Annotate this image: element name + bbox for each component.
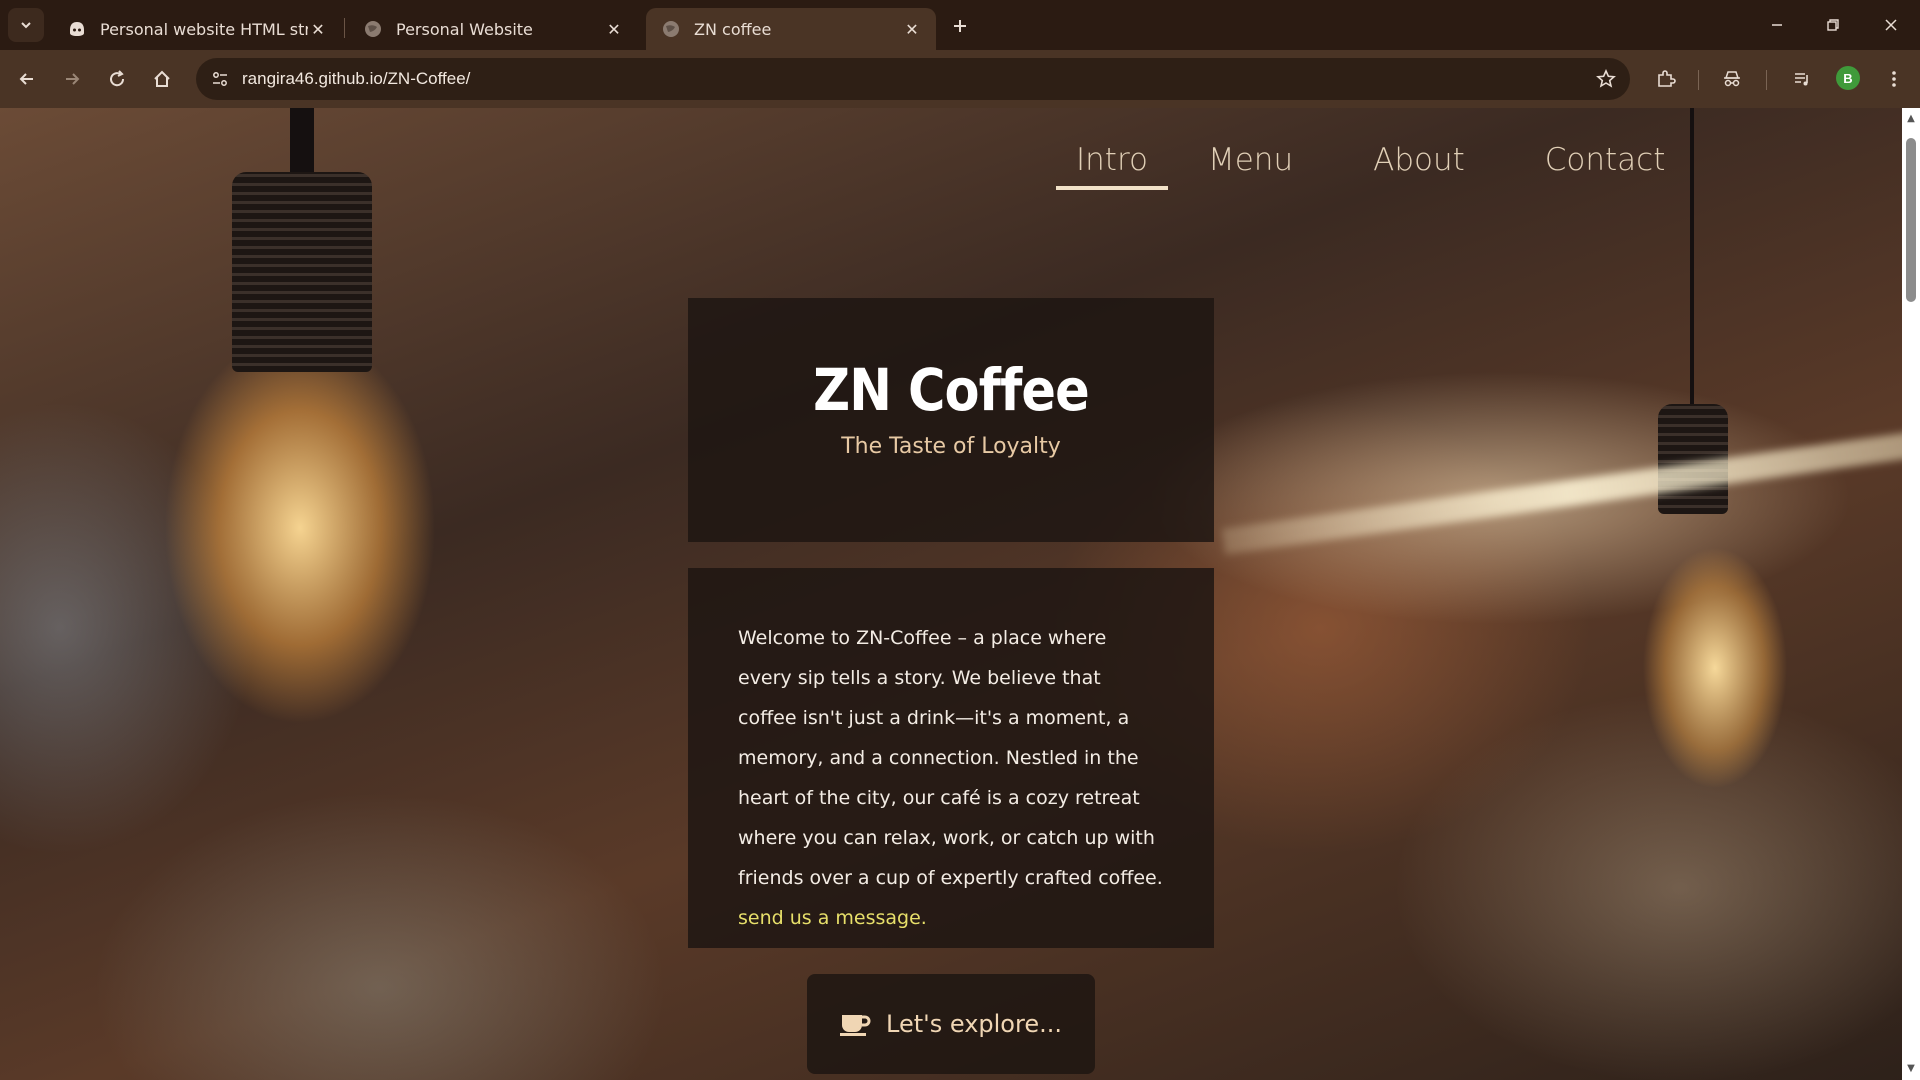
close-icon[interactable]: ✕ [902,19,922,39]
lamp-socket [232,172,372,372]
playlist-icon [1795,73,1808,86]
arrow-right-icon [66,73,80,85]
nav-about[interactable]: About [1333,138,1505,190]
coffee-cup-icon [840,1011,872,1037]
intro-panel: Welcome to ZN-Coffee – a place where eve… [688,568,1214,948]
tab-personal-website[interactable]: Personal Website ✕ [348,8,638,50]
explore-button-label: Let's explore... [886,1010,1062,1038]
site-navigation: Intro Menu About Contact [1056,138,1705,190]
tab-title: ZN coffee [694,19,772,39]
browser-toolbar: rangira46.github.io/ZN-Coffee/ [0,50,1920,108]
tab-personal-website-html[interactable]: Personal website HTML structur ✕ [52,8,342,50]
nav-contact[interactable]: Contact [1505,138,1706,190]
tab-separator [344,18,345,38]
url-text[interactable]: rangira46.github.io/ZN-Coffee/ [242,69,470,89]
tab-title: Personal Website [396,19,533,39]
send-message-link[interactable]: send us a message. [738,907,927,929]
tab-strip: Personal website HTML structur ✕ Persona… [0,0,1920,50]
tab-title: Personal website HTML structur [100,19,308,39]
lamp-wire [290,108,314,178]
globe-icon [362,18,384,40]
puzzle-icon [1658,70,1676,87]
page-scrollbar[interactable]: ▲ ▼ [1902,108,1920,1080]
nav-intro[interactable]: Intro [1056,138,1168,190]
incognito-icon [1724,71,1740,87]
plus-icon [954,20,966,32]
brand-panel: ZN Coffee The Taste of Loyalty [688,298,1214,542]
chevron-down-icon [21,22,31,29]
globe-icon [660,18,682,40]
nav-menu[interactable]: Menu [1168,138,1333,190]
arrow-left-icon [19,73,33,85]
toolbar-separator [1766,70,1767,90]
close-window-button[interactable] [1868,10,1914,40]
restore-button[interactable] [1810,10,1856,40]
explore-button[interactable]: Let's explore... [807,974,1095,1074]
site-settings-icon[interactable] [208,67,232,91]
more-vertical-icon [1892,71,1896,87]
close-icon[interactable]: ✕ [308,19,328,39]
scroll-up-arrow-icon[interactable]: ▲ [1905,112,1917,124]
bookmark-star-icon[interactable] [1594,67,1618,91]
address-bar[interactable]: rangira46.github.io/ZN-Coffee/ [196,58,1630,100]
browser-menu-button[interactable] [1878,63,1910,95]
site-title: ZN Coffee [813,356,1090,424]
site-tagline: The Taste of Loyalty [841,434,1061,459]
close-icon[interactable]: ✕ [604,19,624,39]
restore-icon [1827,19,1839,31]
close-icon [1885,19,1897,31]
media-controls-button[interactable] [1786,63,1818,95]
tab-search-button[interactable] [8,8,44,42]
copilot-icon [66,18,88,40]
scroll-down-arrow-icon[interactable]: ▼ [1905,1062,1917,1074]
extensions-button[interactable] [1650,63,1682,95]
profile-avatar[interactable]: B [1836,66,1860,90]
minimize-icon [1772,24,1782,26]
home-button[interactable] [145,62,179,96]
back-button[interactable] [10,62,44,96]
new-tab-button[interactable] [946,12,974,40]
scrollbar-thumb[interactable] [1906,138,1916,302]
tab-zn-coffee[interactable]: ZN coffee ✕ [646,8,936,50]
reload-icon [110,70,125,87]
minimize-button[interactable] [1754,10,1800,40]
intro-text: Welcome to ZN-Coffee – a place where eve… [738,627,1163,889]
forward-button[interactable] [55,62,89,96]
incognito-button[interactable] [1716,63,1748,95]
toolbar-separator [1698,70,1699,90]
light-streak [1221,431,1919,555]
page-viewport: Intro Menu About Contact ZN Coffee The T… [0,108,1920,1080]
home-icon [154,70,170,87]
reload-button[interactable] [100,62,134,96]
